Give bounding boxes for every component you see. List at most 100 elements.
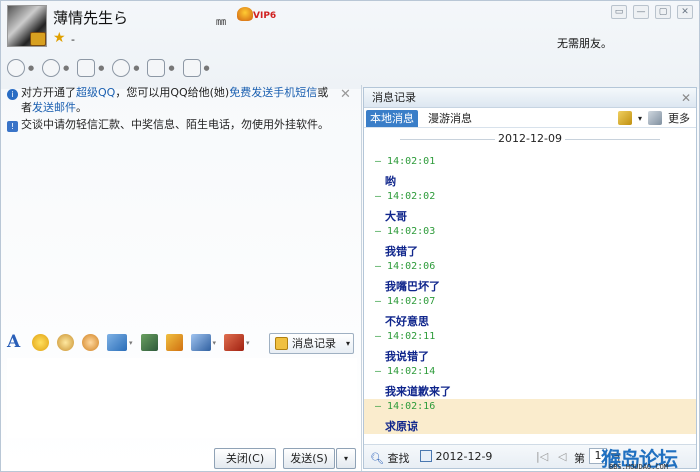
contact-signature: 无需朋友。 bbox=[557, 37, 612, 50]
add-contact-icon[interactable] bbox=[112, 59, 131, 77]
star-icon[interactable]: ★ bbox=[53, 31, 67, 45]
message-time: – 14:02:01 bbox=[375, 156, 436, 167]
skin-button[interactable]: ▭ bbox=[611, 5, 627, 19]
message-record-button[interactable]: 消息记录 ▾ bbox=[269, 333, 354, 354]
chevron-down-icon[interactable]: ▾ bbox=[638, 114, 642, 123]
history-tabs: 本地消息 漫游消息 ▾ 更多 bbox=[364, 108, 696, 128]
message-history-panel: 消息记录 ✕ 本地消息 漫游消息 ▾ 更多 2012-12-09 – 14:02… bbox=[363, 87, 697, 469]
sms-link[interactable]: 免费发送手机短信 bbox=[229, 86, 317, 99]
nickname-extra: ㎜ bbox=[216, 17, 226, 28]
export-icon[interactable] bbox=[617, 111, 632, 125]
vip-crown-icon[interactable] bbox=[237, 7, 253, 21]
security-notice: ! 交谈中请勿轻信汇款、中奖信息、陌生电话，勿使用外挂软件。 bbox=[7, 117, 329, 132]
gift-icon[interactable] bbox=[190, 334, 211, 351]
close-icon[interactable]: ✕ bbox=[681, 88, 691, 108]
list-item: – 14:02:11 我说错了 bbox=[364, 329, 696, 364]
close-window-button[interactable]: ✕ bbox=[677, 5, 693, 19]
remote-desktop-icon[interactable] bbox=[147, 59, 166, 77]
chevron-down-icon[interactable]: ▾ bbox=[213, 339, 217, 347]
vip-label: VIP6 bbox=[253, 11, 277, 21]
shake-icon[interactable] bbox=[82, 334, 99, 351]
contact-nickname: 薄情先生ら bbox=[53, 9, 129, 27]
list-item: – 14:02:16 求原谅 bbox=[364, 399, 696, 434]
status-dash: - bbox=[71, 33, 75, 46]
send-button[interactable]: 发送(S) bbox=[283, 448, 335, 469]
pane-divider[interactable] bbox=[361, 85, 362, 471]
app-menu-icon[interactable] bbox=[182, 59, 201, 77]
toolbox-icon[interactable] bbox=[224, 334, 245, 351]
watermark-logo: 猴岛论坛 BBS.HOUDAO.COM bbox=[599, 445, 699, 471]
send-options-dropdown[interactable]: ▾ bbox=[336, 448, 356, 469]
chevron-down-icon[interactable]: ● bbox=[204, 64, 210, 72]
chevron-down-icon[interactable]: ▾ bbox=[346, 334, 350, 353]
tab-roaming-messages[interactable]: 漫游消息 bbox=[424, 110, 476, 127]
calendar-icon bbox=[420, 450, 432, 462]
history-title: 消息记录 bbox=[372, 91, 416, 104]
history-date: 2012-12-09 bbox=[498, 132, 562, 145]
list-item: – 14:02:01 哟 bbox=[364, 154, 696, 189]
close-icon[interactable]: ✕ bbox=[340, 87, 351, 102]
magic-emoji-icon[interactable] bbox=[57, 334, 74, 351]
info-icon: i bbox=[7, 89, 18, 100]
message-record-icon bbox=[275, 337, 288, 350]
avatar[interactable] bbox=[7, 5, 47, 47]
chevron-down-icon[interactable]: ● bbox=[98, 64, 104, 72]
list-item: – 14:02:06 我嘴巴坏了 bbox=[364, 259, 696, 294]
chevron-down-icon[interactable]: ▾ bbox=[246, 339, 250, 347]
chevron-down-icon[interactable]: ● bbox=[63, 64, 69, 72]
super-qq-link[interactable]: 超级QQ bbox=[76, 86, 115, 99]
screenshot-icon[interactable] bbox=[107, 334, 127, 351]
shield-icon: ! bbox=[7, 121, 18, 132]
message-list: – 14:02:01 哟 – 14:02:02 大哥 – 14:02:03 我错… bbox=[364, 154, 696, 434]
notice-text: 。 bbox=[76, 101, 87, 114]
email-link[interactable]: 发送邮件 bbox=[32, 101, 76, 114]
date-picker[interactable]: 2012-12-9 bbox=[420, 450, 492, 463]
close-button[interactable]: 关闭(C) bbox=[214, 448, 276, 469]
chevron-down-icon[interactable]: ● bbox=[133, 64, 139, 72]
message-text: 我说错了 bbox=[385, 350, 429, 363]
tab-local-messages[interactable]: 本地消息 bbox=[366, 110, 418, 127]
music-icon[interactable] bbox=[165, 334, 183, 351]
notice-text: ，您可以用QQ给他(她) bbox=[115, 86, 230, 99]
emoji-icon[interactable] bbox=[32, 334, 49, 351]
search-button[interactable]: 🔍︎ 查找 bbox=[370, 450, 409, 466]
message-text: 我错了 bbox=[385, 245, 418, 258]
first-page-icon[interactable]: |◁ bbox=[536, 450, 548, 463]
divider bbox=[565, 139, 660, 140]
message-record-label: 消息记录 bbox=[292, 337, 336, 350]
prev-page-icon[interactable]: ◁ bbox=[558, 450, 566, 463]
list-item: – 14:02:14 我来道歉来了 bbox=[364, 364, 696, 399]
minimize-button[interactable]: — bbox=[633, 5, 649, 19]
video-call-icon[interactable] bbox=[7, 59, 25, 77]
message-input[interactable] bbox=[7, 358, 357, 438]
message-time: – 14:02:16 bbox=[375, 401, 436, 412]
maximize-button[interactable]: ▢ bbox=[655, 5, 671, 19]
image-icon[interactable] bbox=[140, 334, 158, 351]
chevron-down-icon[interactable]: ● bbox=[28, 64, 34, 72]
history-title-bar: 消息记录 ✕ bbox=[364, 88, 696, 108]
microphone-icon[interactable] bbox=[42, 59, 61, 77]
chevron-down-icon[interactable]: ● bbox=[168, 64, 174, 72]
watermark-url: BBS.HOUDAO.COM bbox=[609, 463, 669, 471]
speaker-icon[interactable] bbox=[648, 111, 662, 125]
chat-toolbar: ● ● ● ● ● ● bbox=[7, 59, 210, 77]
chevron-down-icon[interactable]: ▾ bbox=[129, 339, 133, 347]
date-separator: 2012-12-09 bbox=[364, 128, 696, 150]
more-button[interactable]: 更多 bbox=[668, 110, 690, 126]
message-time: – 14:02:02 bbox=[375, 191, 436, 202]
super-qq-notice: i 对方开通了超级QQ，您可以用QQ给他(她)免费发送手机短信或 者发送邮件。 bbox=[7, 85, 337, 115]
send-file-icon[interactable] bbox=[77, 59, 96, 77]
divider bbox=[400, 139, 495, 140]
list-item: – 14:02:03 我错了 bbox=[364, 224, 696, 259]
notice-text: 对方开通了 bbox=[21, 86, 76, 99]
page-prefix: 第 bbox=[574, 452, 585, 465]
font-icon[interactable]: A bbox=[7, 334, 24, 351]
notice-text: 或 bbox=[317, 86, 329, 99]
message-time: – 14:02:14 bbox=[375, 366, 436, 377]
message-text: 不好意思 bbox=[385, 315, 429, 328]
date-value: 2012-12-9 bbox=[435, 450, 493, 463]
message-time: – 14:02:11 bbox=[375, 331, 436, 342]
search-label: 查找 bbox=[387, 452, 410, 465]
message-text: 哟 bbox=[385, 175, 396, 188]
format-toolbar: A ▾ ▾ ▾ bbox=[7, 334, 250, 351]
